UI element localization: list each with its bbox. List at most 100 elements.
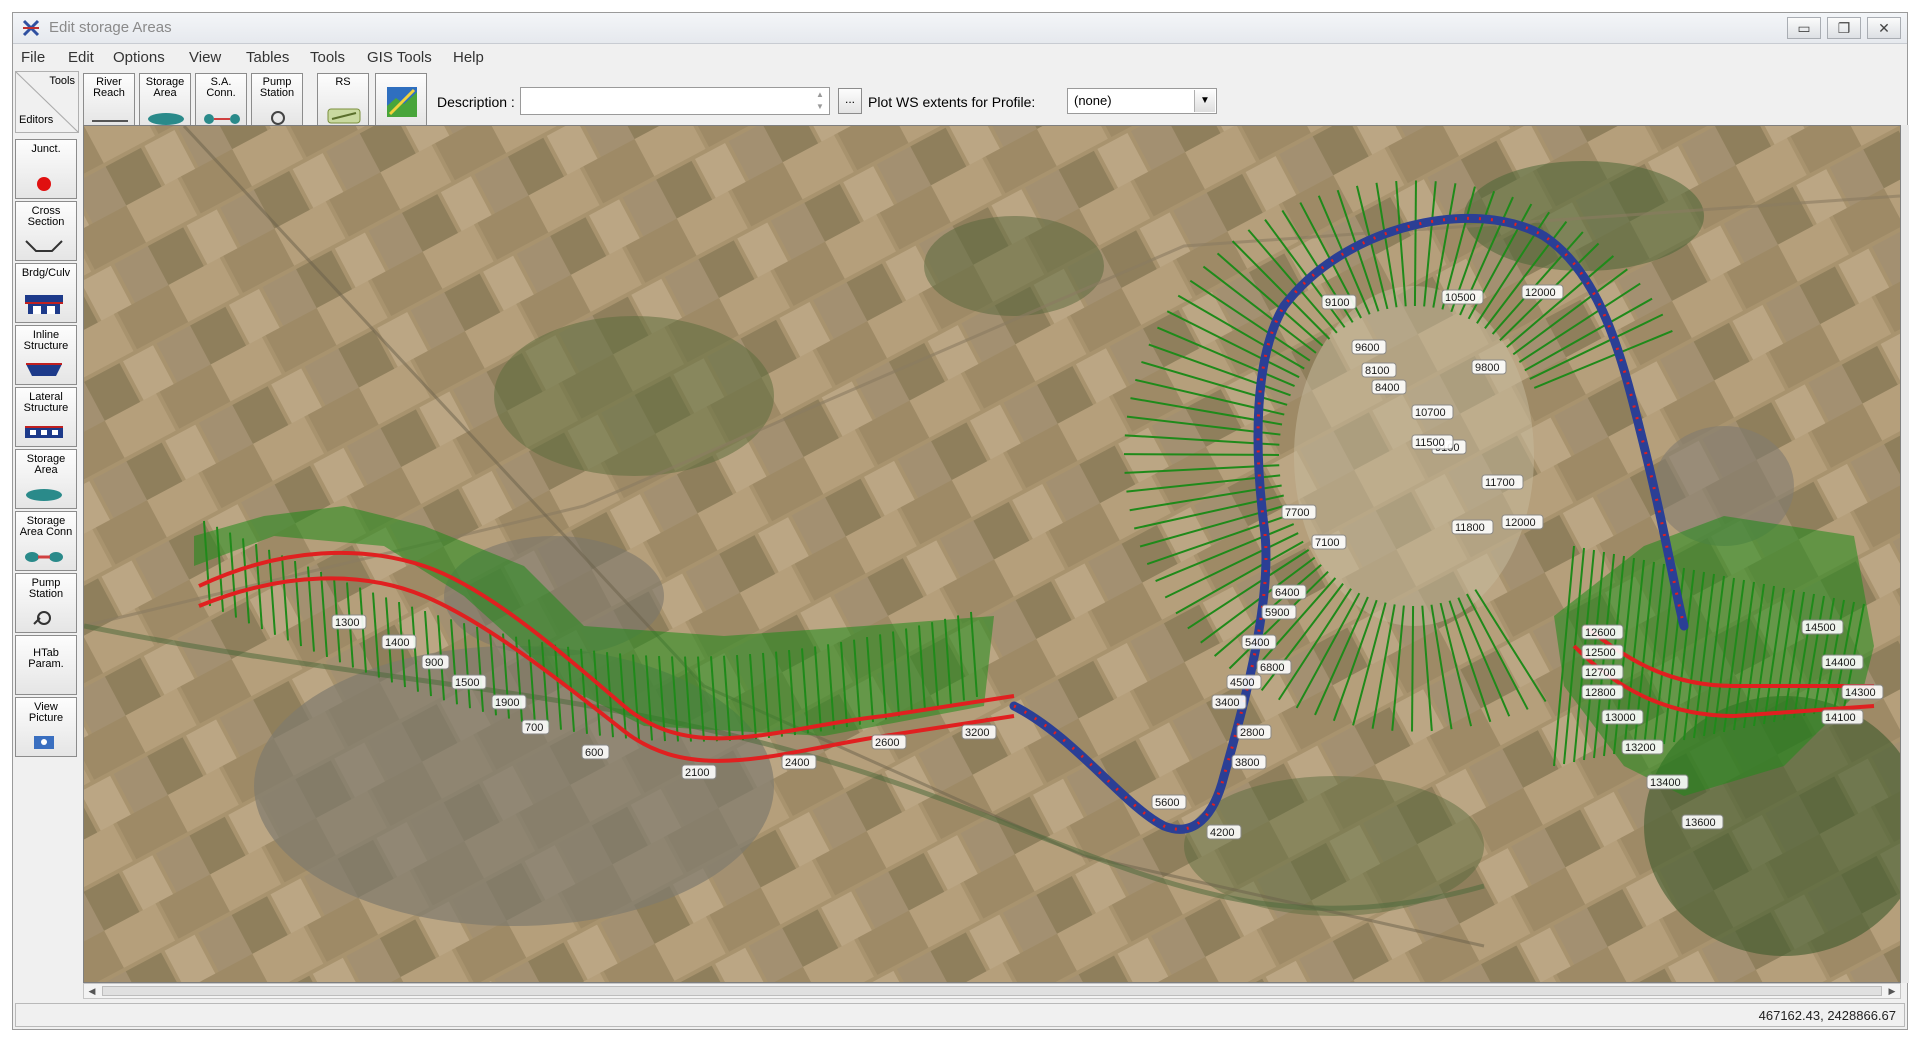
rs-button[interactable]: RS: [317, 73, 369, 131]
station-label[interactable]: 7700: [1285, 507, 1309, 519]
pump-station-button[interactable]: Pump Station: [251, 73, 303, 131]
station-label[interactable]: 1300: [335, 617, 359, 629]
junction-button[interactable]: Junct.: [15, 139, 77, 199]
station-label[interactable]: 12800: [1585, 687, 1616, 699]
vertical-scrollbar[interactable]: [1901, 125, 1909, 983]
menu-view[interactable]: View: [189, 49, 221, 66]
station-label[interactable]: 13400: [1650, 777, 1681, 789]
station-label[interactable]: 12700: [1585, 667, 1616, 679]
scroll-right-icon[interactable]: ▶: [1884, 984, 1900, 998]
menu-file[interactable]: File: [21, 49, 45, 66]
station-label[interactable]: 8100: [1365, 365, 1389, 377]
menu-gis-tools[interactable]: GIS Tools: [367, 49, 432, 66]
storage-area-button[interactable]: Storage Area: [139, 73, 191, 131]
view-picture-button[interactable]: View Picture: [15, 697, 77, 757]
sa-connection-label-2: Conn.: [206, 87, 236, 99]
station-label[interactable]: 12000: [1505, 517, 1536, 529]
lateral-structure-button[interactable]: Lateral Structure: [15, 387, 77, 447]
station-label[interactable]: 900: [425, 657, 443, 669]
description-spinner[interactable]: ▲ ▼: [813, 89, 827, 113]
station-label[interactable]: 12600: [1585, 627, 1616, 639]
station-label[interactable]: 11800: [1455, 522, 1485, 534]
background-map-button[interactable]: [375, 73, 427, 131]
bridge-culvert-button[interactable]: Brdg/Culv: [15, 263, 77, 323]
station-label[interactable]: 11700: [1485, 477, 1515, 489]
pump-icon: [33, 611, 51, 625]
station-label[interactable]: 7100: [1315, 537, 1339, 549]
menu-tables[interactable]: Tables: [246, 49, 289, 66]
station-label[interactable]: 600: [585, 747, 603, 759]
station-label[interactable]: 5600: [1155, 797, 1179, 809]
station-label[interactable]: 5900: [1265, 607, 1289, 619]
station-label[interactable]: 13200: [1625, 742, 1656, 754]
station-label[interactable]: 3800: [1235, 757, 1259, 769]
station-label[interactable]: 12000: [1525, 287, 1556, 299]
menu-help[interactable]: Help: [453, 49, 484, 66]
station-label[interactable]: 1400: [385, 637, 409, 649]
river-reach-label-2: Reach: [93, 87, 125, 99]
menu-options[interactable]: Options: [113, 49, 165, 66]
storage-area-tool-button[interactable]: Storage Area: [15, 449, 77, 509]
storage-area-label-2: Area: [153, 87, 177, 99]
station-label[interactable]: 14500: [1805, 622, 1836, 634]
storage-area-connection-label-2: Area Conn: [19, 526, 73, 538]
station-label[interactable]: 11500: [1415, 437, 1445, 449]
menu-bar: File Edit Options View Tables Tools GIS …: [13, 44, 1907, 70]
inline-structure-label-2: Structure: [23, 340, 69, 352]
tools-label: Tools: [49, 75, 75, 87]
station-label[interactable]: 14100: [1825, 712, 1856, 724]
station-label[interactable]: 8400: [1375, 382, 1399, 394]
station-label[interactable]: 9600: [1355, 342, 1379, 354]
station-label[interactable]: 1500: [455, 677, 479, 689]
sa-connection-button[interactable]: S.A. Conn.: [195, 73, 247, 131]
station-label[interactable]: 2800: [1240, 727, 1264, 739]
horizontal-scroll-thumb[interactable]: [102, 986, 1882, 996]
station-label[interactable]: 3200: [965, 727, 989, 739]
horizontal-scrollbar[interactable]: ◀ ▶: [83, 983, 1901, 999]
htab-label-2: Param.: [28, 658, 64, 670]
station-label[interactable]: 12500: [1585, 647, 1616, 659]
station-label[interactable]: 2400: [785, 757, 809, 769]
menu-tools[interactable]: Tools: [310, 49, 345, 66]
station-label[interactable]: 700: [525, 722, 543, 734]
station-label[interactable]: 6800: [1260, 662, 1284, 674]
station-label[interactable]: 9800: [1475, 362, 1499, 374]
menu-edit[interactable]: Edit: [68, 49, 94, 66]
station-label[interactable]: 4200: [1210, 827, 1234, 839]
station-label[interactable]: 14300: [1845, 687, 1876, 699]
map-view[interactable]: 9100105001200096008100980010700840091001…: [83, 125, 1901, 983]
storage-area-icon: [148, 113, 184, 125]
station-label[interactable]: 9100: [1325, 297, 1349, 309]
station-label[interactable]: 13600: [1685, 817, 1716, 829]
station-label[interactable]: 10700: [1415, 407, 1446, 419]
chevron-down-icon[interactable]: ▼: [1194, 90, 1215, 112]
junction-label: Junct.: [31, 143, 61, 155]
station-label[interactable]: 6400: [1275, 587, 1299, 599]
station-label[interactable]: 14400: [1825, 657, 1856, 669]
station-label[interactable]: 5400: [1245, 637, 1269, 649]
rs-icon: [327, 108, 361, 124]
station-label[interactable]: 10500: [1445, 292, 1476, 304]
station-label[interactable]: 13000: [1605, 712, 1636, 724]
river-network-map[interactable]: 9100105001200096008100980010700840091001…: [84, 126, 1900, 982]
river-reach-button[interactable]: River Reach: [83, 73, 135, 131]
junction-icon: [37, 177, 51, 191]
pump-station-tool-button[interactable]: Pump Station: [15, 573, 77, 633]
station-label[interactable]: 1900: [495, 697, 519, 709]
station-label[interactable]: 3400: [1215, 697, 1239, 709]
profile-select[interactable]: (none) ▼: [1067, 88, 1217, 114]
close-button[interactable]: ✕: [1867, 17, 1901, 39]
scroll-left-icon[interactable]: ◀: [84, 984, 100, 998]
restore-button[interactable]: ❐: [1827, 17, 1861, 39]
storage-area-connection-button[interactable]: Storage Area Conn: [15, 511, 77, 571]
cross-section-button[interactable]: Cross Section: [15, 201, 77, 261]
ellipsis-button[interactable]: ...: [838, 88, 862, 114]
station-label[interactable]: 4500: [1230, 677, 1254, 689]
cross-section-icon: [25, 240, 63, 252]
inline-structure-button[interactable]: Inline Structure: [15, 325, 77, 385]
minimize-button[interactable]: ▭: [1787, 17, 1821, 39]
station-label[interactable]: 2100: [685, 767, 709, 779]
station-label[interactable]: 2600: [875, 737, 899, 749]
htab-param-button[interactable]: HTab Param.: [15, 635, 77, 695]
description-input[interactable]: [520, 87, 830, 115]
